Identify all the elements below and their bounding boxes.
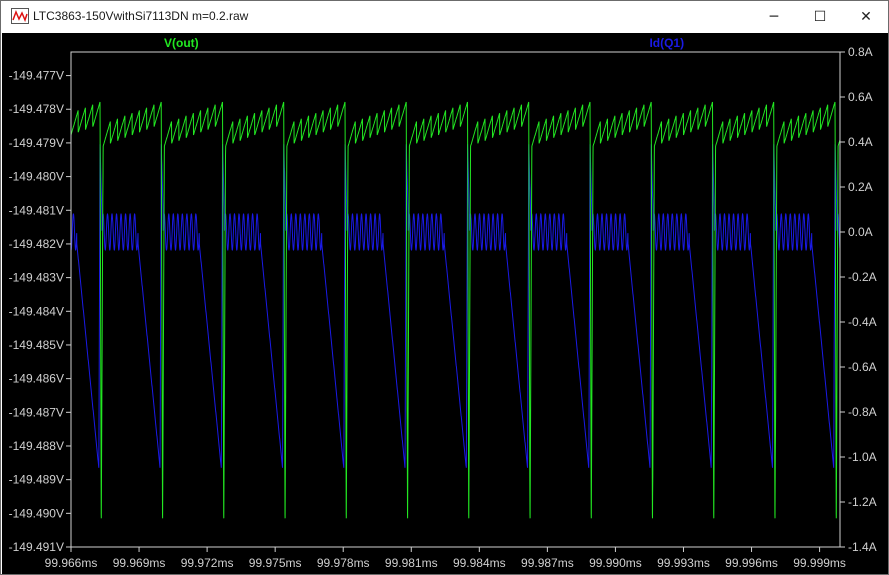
legend-vout: V(out) xyxy=(164,36,199,50)
right-axis-tick-label: 0.2A xyxy=(848,180,873,194)
x-axis-tick-label: 99.996ms xyxy=(725,556,778,570)
left-axis-tick-label: -149.483V xyxy=(9,271,64,285)
right-axis-tick-label: -0.4A xyxy=(848,315,877,329)
minimize-icon: ─ xyxy=(769,9,779,25)
left-axis-tick-label: -149.486V xyxy=(9,372,64,386)
right-axis-tick-label: 0.4A xyxy=(848,135,873,149)
right-axis-tick-label: 0.0A xyxy=(848,225,873,239)
right-axis-tick-label: 0.6A xyxy=(848,90,873,104)
left-axis-tick-label: -149.485V xyxy=(9,338,64,352)
right-axis-tick-label: 0.8A xyxy=(848,45,873,59)
series-layer xyxy=(70,101,841,519)
left-axis-tick-label: -149.484V xyxy=(9,304,64,318)
x-axis-tick-label: 99.978ms xyxy=(317,556,370,570)
left-axis-tick-label: -149.482V xyxy=(9,237,64,251)
title-bar[interactable]: LTC3863-150VwithSi7113DN m=0.2.raw ─ ☐ ✕ xyxy=(1,1,888,33)
right-axis-tick-label: -0.2A xyxy=(848,270,877,284)
x-axis-tick-label: 99.981ms xyxy=(385,556,438,570)
left-axis-tick-label: -149.477V xyxy=(9,69,64,83)
x-axis-tick-label: 99.966ms xyxy=(45,556,98,570)
left-axis-tick-label: -149.488V xyxy=(9,439,64,453)
left-axis-tick-label: -149.490V xyxy=(9,506,64,520)
left-axis-tick-label: -149.491V xyxy=(9,540,64,554)
x-axis-tick-label: 99.984ms xyxy=(453,556,506,570)
right-axis-tick-label: -1.2A xyxy=(848,495,877,509)
x-axis-tick-label: 99.969ms xyxy=(113,556,166,570)
plot-window: LTC3863-150VwithSi7113DN m=0.2.raw ─ ☐ ✕… xyxy=(0,0,889,575)
left-axis-tick-label: -149.479V xyxy=(9,136,64,150)
maximize-button[interactable]: ☐ xyxy=(797,1,843,33)
minimize-button[interactable]: ─ xyxy=(751,1,797,33)
left-axis-tick-label: -149.480V xyxy=(9,170,64,184)
x-axis-tick-label: 99.993ms xyxy=(657,556,710,570)
label-layer: -149.477V -149.478V -149.479V -149.480V -149… xyxy=(9,36,877,570)
legend-id-q1: Id(Q1) xyxy=(649,36,684,50)
x-axis-tick-label: 99.999ms xyxy=(793,556,846,570)
right-axis-tick-label: -1.4A xyxy=(848,540,877,554)
right-axis-tick-label: -0.8A xyxy=(848,405,877,419)
x-axis-tick-label: 99.987ms xyxy=(521,556,574,570)
waveform-icon xyxy=(11,8,29,24)
x-axis-tick-label: 99.975ms xyxy=(249,556,302,570)
x-axis-tick-label: 99.990ms xyxy=(589,556,642,570)
close-button[interactable]: ✕ xyxy=(843,1,889,33)
right-axis-tick-label: -1.0A xyxy=(848,450,877,464)
plot-area[interactable]: -149.477V -149.478V -149.479V -149.480V -149… xyxy=(2,33,888,574)
series-line-vout xyxy=(70,101,841,519)
waveform-chart[interactable]: -149.477V -149.478V -149.479V -149.480V -149… xyxy=(2,33,888,574)
series-line-id-q1 xyxy=(70,144,841,468)
right-axis-tick-label: -0.6A xyxy=(848,360,877,374)
close-icon: ✕ xyxy=(860,9,872,25)
left-axis-tick-label: -149.489V xyxy=(9,473,64,487)
left-axis-tick-label: -149.487V xyxy=(9,405,64,419)
window-title: LTC3863-150VwithSi7113DN m=0.2.raw xyxy=(33,9,249,23)
left-axis-tick-label: -149.478V xyxy=(9,102,64,116)
x-axis-tick-label: 99.972ms xyxy=(181,556,234,570)
maximize-icon: ☐ xyxy=(813,9,827,25)
left-axis-tick-label: -149.481V xyxy=(9,203,64,217)
